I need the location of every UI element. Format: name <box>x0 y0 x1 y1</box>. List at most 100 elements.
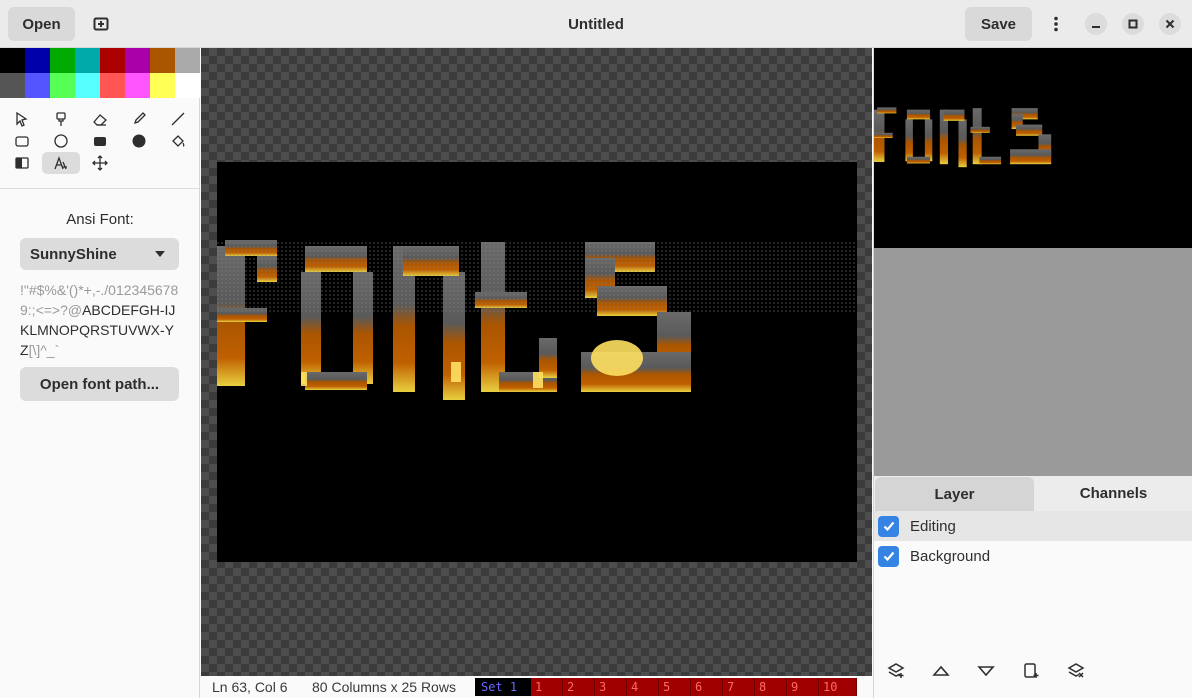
rectangle-filled-tool[interactable] <box>81 130 119 152</box>
new-document-icon <box>93 17 109 31</box>
ellipse-outline-tool[interactable] <box>42 130 80 152</box>
preview-empty-area <box>874 248 1192 476</box>
fkey-9[interactable]: 9 <box>787 678 819 696</box>
fkey-7[interactable]: 7 <box>723 678 755 696</box>
palette-swatch[interactable] <box>175 73 200 98</box>
fkey-2[interactable]: 2 <box>563 678 595 696</box>
fkey-3[interactable]: 3 <box>595 678 627 696</box>
palette-swatch[interactable] <box>25 73 50 98</box>
palette-swatch[interactable] <box>25 48 50 73</box>
checkmark-icon <box>883 521 894 532</box>
checkmark-icon <box>883 551 894 562</box>
layer-row-editing[interactable]: Editing <box>874 511 1192 541</box>
pan-tool[interactable] <box>81 152 119 174</box>
font-label: Ansi Font: <box>66 211 134 228</box>
font-charset-preview: !"#$%&'()*+,-./0123456789:;<=>?@ABCDEFGH… <box>20 280 182 360</box>
cursor-position: Ln 63, Col 6 <box>212 679 288 695</box>
maximize-button[interactable] <box>1122 13 1144 35</box>
move-layer-down-icon <box>977 666 995 677</box>
move-layer-down-button[interactable] <box>971 656 1001 686</box>
line-tool[interactable] <box>159 108 197 130</box>
brush-tool[interactable] <box>42 108 80 130</box>
palette-swatch[interactable] <box>150 48 175 73</box>
fill-icon <box>172 135 185 147</box>
layer-name: Background <box>910 547 991 565</box>
new-document-button[interactable] <box>84 7 118 41</box>
canvas-area[interactable] <box>201 48 872 676</box>
fkey-10[interactable]: 10 <box>819 678 857 696</box>
select-icon <box>16 111 28 127</box>
palette-swatch[interactable] <box>0 73 25 98</box>
font-select-value: SunnyShine <box>30 245 117 263</box>
right-panel: Layer Channels Editing Background <box>873 48 1192 698</box>
line-icon <box>171 112 185 126</box>
fill-tool[interactable] <box>159 130 197 152</box>
menu-icon <box>1054 16 1058 32</box>
font-select[interactable]: SunnyShine <box>20 238 179 270</box>
fkey-1[interactable]: 1 <box>531 678 563 696</box>
open-font-path-button[interactable]: Open font path... <box>20 367 179 401</box>
duplicate-layer-button[interactable] <box>1016 656 1046 686</box>
main-menu-button[interactable] <box>1039 7 1073 41</box>
palette-swatch[interactable] <box>75 73 100 98</box>
move-layer-up-icon <box>932 665 950 676</box>
rectangle-outline-tool[interactable] <box>3 130 41 152</box>
duplicate-layer-icon <box>1024 663 1039 678</box>
palette-swatch[interactable] <box>50 73 75 98</box>
canvas-artwork[interactable] <box>217 162 857 562</box>
maximize-icon <box>1128 19 1138 29</box>
ellipse-filled-tool[interactable] <box>120 130 158 152</box>
app-window: Open Untitled Save Ansi Font: SunnyShine… <box>0 0 1192 698</box>
add-layer-button[interactable] <box>881 656 911 686</box>
font-tool[interactable] <box>42 152 80 174</box>
palette-swatch[interactable] <box>125 48 150 73</box>
ansi-canvas[interactable] <box>217 162 857 562</box>
eraser-tool[interactable] <box>81 108 119 130</box>
palette-swatch[interactable] <box>75 48 100 73</box>
open-button[interactable]: Open <box>8 7 75 41</box>
canvas-size: 80 Columns x 25 Rows <box>312 679 456 695</box>
rectangle-filled-icon <box>94 137 106 146</box>
rectangle-outline-icon <box>15 136 29 147</box>
palette-swatch[interactable] <box>0 48 25 73</box>
shade-tool[interactable] <box>3 152 41 174</box>
fkey-5[interactable]: 5 <box>659 678 691 696</box>
charset-set-indicator[interactable]: Set 1 <box>475 678 531 696</box>
minimize-button[interactable] <box>1085 13 1107 35</box>
palette-swatch[interactable] <box>50 48 75 73</box>
ellipse-outline-icon <box>54 134 68 148</box>
divider <box>0 188 200 189</box>
layer-row-background[interactable]: Background <box>874 541 1192 571</box>
tab-layer[interactable]: Layer <box>875 477 1034 511</box>
fkey-4[interactable]: 4 <box>627 678 659 696</box>
color-palette <box>0 48 200 98</box>
font-icon <box>54 156 67 170</box>
close-button[interactable] <box>1159 13 1181 35</box>
palette-swatch[interactable] <box>175 48 200 73</box>
select-tool[interactable] <box>3 108 41 130</box>
header-bar: Open Untitled Save <box>0 0 1192 48</box>
palette-swatch[interactable] <box>125 73 150 98</box>
canvas-preview[interactable] <box>874 48 1192 248</box>
palette-swatch[interactable] <box>150 73 175 98</box>
palette-swatch[interactable] <box>100 73 125 98</box>
dropper-tool[interactable] <box>120 108 158 130</box>
dropdown-arrow-icon <box>155 251 165 257</box>
panel-tabs: Layer Channels <box>874 476 1192 512</box>
fkey-6[interactable]: 6 <box>691 678 723 696</box>
minimize-icon <box>1092 26 1100 28</box>
brush-icon <box>56 112 66 126</box>
layer-name: Editing <box>910 517 956 535</box>
move-layer-up-button[interactable] <box>926 656 956 686</box>
layer-visible-checkbox[interactable] <box>878 515 899 537</box>
function-key-bar: Set 1 1 2 3 4 5 6 7 8 9 10 <box>475 678 857 696</box>
delete-layer-button[interactable] <box>1061 656 1091 686</box>
layer-toolbar <box>874 656 1192 690</box>
save-button[interactable]: Save <box>965 7 1032 41</box>
fkey-8[interactable]: 8 <box>755 678 787 696</box>
tab-channels[interactable]: Channels <box>1034 476 1192 511</box>
palette-swatch[interactable] <box>100 48 125 73</box>
canvas-dither <box>217 242 857 312</box>
layer-visible-checkbox[interactable] <box>878 545 899 567</box>
charset-dim: [\]^_` <box>28 342 60 358</box>
